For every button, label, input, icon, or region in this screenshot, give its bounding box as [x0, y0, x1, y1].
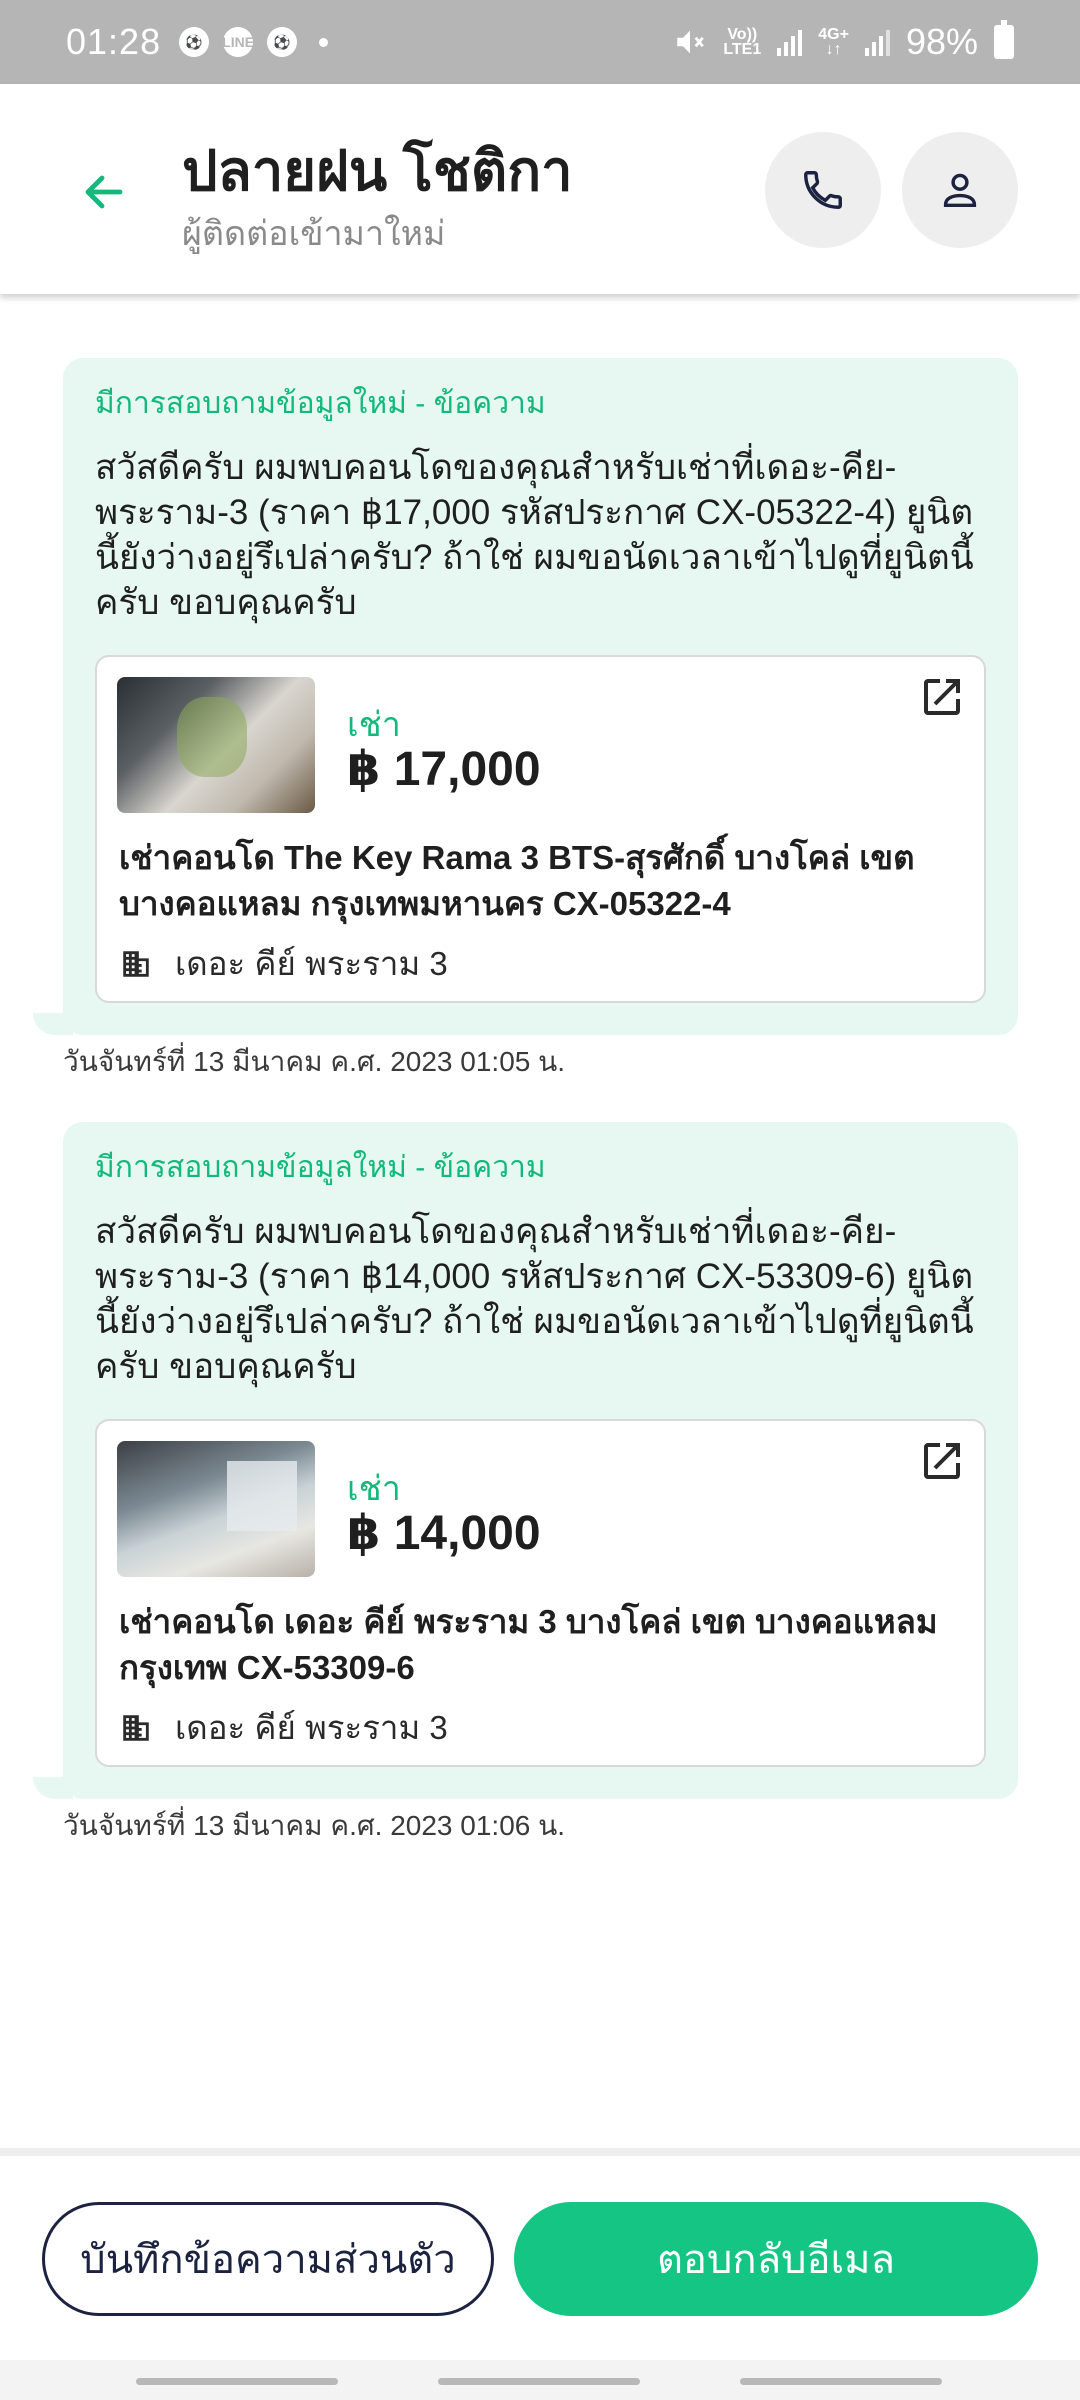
- status-time: 01:28: [66, 21, 162, 62]
- message-text: สวัสดีครับ ผมพบคอนโดของคุณสำหรับเช่าที่เ…: [95, 448, 974, 622]
- building-icon: [123, 950, 149, 977]
- inquiry-message: มีการสอบถามข้อมูลใหม่ - ข้อความ สวัสดีคร…: [33, 358, 1018, 1035]
- battery-icon: [994, 20, 1014, 59]
- project-name: เดอะ คีย์ พระราม 3: [175, 945, 448, 982]
- phone-icon: [804, 171, 842, 209]
- listing-photo: [117, 1441, 315, 1577]
- message-thread[interactable]: มีการสอบถามข้อมูลใหม่ - ข้อความ สวัสดีคร…: [0, 294, 1080, 2148]
- message-timestamp: วันจันทร์ที่ 13 มีนาคม ค.ศ. 2023 01:06 น…: [63, 1810, 566, 1841]
- listing-project: เดอะ คีย์ พระราม 3: [119, 937, 448, 990]
- signal-icon: [864, 28, 890, 56]
- system-nav-bar: [0, 2360, 1080, 2400]
- network-4g-indicator: 4G+ ↓↑: [818, 26, 849, 58]
- line-chat-icon: LINE: [222, 27, 254, 57]
- person-icon: [943, 173, 977, 208]
- status-system-icons: Vo)) LTE1 4G+ ↓↑ 98%: [673, 20, 1014, 63]
- private-note-button[interactable]: บันทึกข้อความส่วนตัว: [42, 2202, 494, 2316]
- action-bar: บันทึกข้อความส่วนตัว ตอบกลับอีเมล: [0, 2148, 1080, 2360]
- listing-photo: [117, 677, 315, 813]
- listing-title: เช่าคอนโด เดอะ คีย์ พระราม 3 บางโคล่ เขต…: [119, 1603, 938, 1686]
- nav-back-handle[interactable]: [740, 2378, 942, 2385]
- listing-project: เดอะ คีย์ พระราม 3: [119, 1701, 448, 1754]
- message-heading: มีการสอบถามข้อมูลใหม่ - ข้อความ: [95, 1151, 546, 1184]
- message-text: สวัสดีครับ ผมพบคอนโดของคุณสำหรับเช่าที่เ…: [95, 1212, 974, 1386]
- contact-header: ปลายฝน โชติกา ผู้ติดต่อเข้ามาใหม่: [0, 84, 1080, 294]
- inquiry-message: มีการสอบถามข้อมูลใหม่ - ข้อความ สวัสดีคร…: [33, 1122, 1018, 1799]
- open-external-icon[interactable]: [918, 1437, 966, 1485]
- contact-profile-button[interactable]: [902, 132, 1018, 248]
- mute-icon: [677, 30, 705, 54]
- contact-status: ผู้ติดต่อเข้ามาใหม่: [182, 215, 446, 253]
- nav-recents-handle[interactable]: [136, 2378, 338, 2385]
- reply-email-button[interactable]: ตอบกลับอีเมล: [514, 2202, 1038, 2316]
- message-timestamp: วันจันทร์ที่ 13 มีนาคม ค.ศ. 2023 01:05 น…: [63, 1046, 566, 1077]
- nav-home-handle[interactable]: [438, 2378, 640, 2385]
- open-external-icon[interactable]: [918, 673, 966, 721]
- listing-price: ฿ 17,000: [347, 743, 541, 796]
- status-bar: 01:28 ⚽ LINE ⚽ Vo)) LTE1 4G+ ↓↑ 98%: [0, 0, 1080, 84]
- listing-title: เช่าคอนโด The Key Rama 3 BTS-สุรศักดิ์ บ…: [119, 839, 915, 922]
- soccer-ball-icon: ⚽: [179, 27, 210, 57]
- status-notification-icons: ⚽ LINE ⚽: [179, 27, 329, 57]
- battery-percent: 98%: [905, 21, 978, 62]
- contact-name: ปลายฝน โชติกา: [182, 139, 573, 202]
- arrow-left-icon: [85, 175, 123, 209]
- listing-price: ฿ 14,000: [347, 1507, 541, 1560]
- project-name: เดอะ คีย์ พระราม 3: [175, 1709, 448, 1746]
- soccer-ball-icon: ⚽: [267, 27, 298, 57]
- volte-indicator: Vo)) LTE1: [723, 26, 762, 58]
- listing-card[interactable]: เช่า ฿ 14,000 เช่าคอนโด เดอะ คีย์ พระราม…: [95, 1419, 986, 1767]
- call-button[interactable]: [765, 132, 881, 248]
- back-button[interactable]: [76, 164, 132, 220]
- building-icon: [123, 1714, 149, 1741]
- listing-card[interactable]: เช่า ฿ 17,000 เช่าคอนโด The Key Rama 3 B…: [95, 655, 986, 1003]
- signal-icon: [777, 28, 803, 56]
- message-heading: มีการสอบถามข้อมูลใหม่ - ข้อความ: [95, 387, 546, 420]
- notification-dot-icon: [319, 37, 329, 47]
